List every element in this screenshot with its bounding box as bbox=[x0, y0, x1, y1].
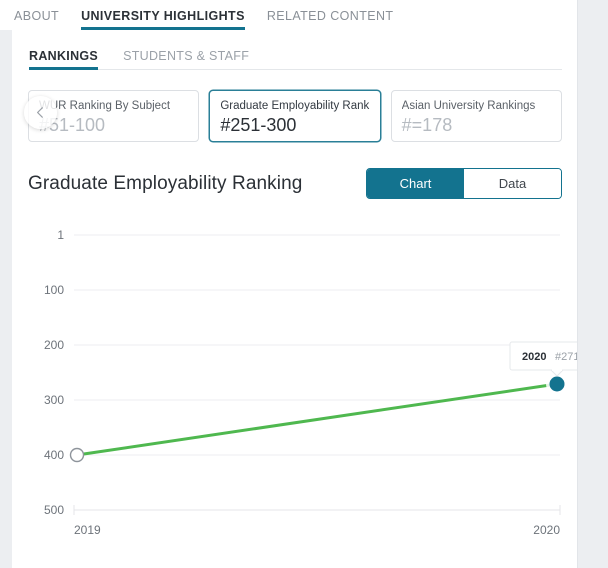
data-point-2020[interactable] bbox=[549, 376, 565, 392]
topnav-item-related-content[interactable]: RELATED CONTENT bbox=[267, 9, 394, 30]
topnav-item-university-highlights[interactable]: UNIVERSITY HIGHLIGHTS bbox=[81, 9, 245, 30]
ranking-cards-carousel: WUR Ranking By Subject #51-100 Graduate … bbox=[12, 90, 578, 142]
ranking-card-title: WUR Ranking By Subject bbox=[39, 100, 171, 112]
tooltip-value: #271 bbox=[555, 351, 578, 363]
content-panel: RANKINGS STUDENTS & STAFF WUR Ranking By… bbox=[12, 30, 578, 568]
chevron-left-icon bbox=[34, 106, 47, 119]
top-navigation: ABOUT UNIVERSITY HIGHLIGHTS RELATED CONT… bbox=[0, 0, 608, 30]
chart-series-line bbox=[75, 382, 559, 457]
x-tick-label: 2019 bbox=[74, 523, 101, 537]
topnav-item-about[interactable]: ABOUT bbox=[14, 9, 59, 30]
x-tick-label: 2020 bbox=[533, 523, 560, 537]
page-root: ABOUT UNIVERSITY HIGHLIGHTS RELATED CONT… bbox=[0, 0, 608, 568]
toggle-data-button[interactable]: Data bbox=[464, 169, 561, 198]
ranking-card-value: #251-300 bbox=[220, 115, 297, 135]
toggle-chart-button[interactable]: Chart bbox=[367, 169, 464, 198]
y-tick-label: 200 bbox=[44, 338, 64, 352]
chart-y-axis: 1 100 200 300 400 500 bbox=[44, 228, 64, 517]
chart-header: Graduate Employability Ranking Chart Dat… bbox=[28, 168, 562, 199]
ranking-card-value: #=178 bbox=[401, 115, 453, 135]
y-tick-label: 500 bbox=[44, 503, 64, 517]
chart-tooltip: 2020 #271 bbox=[509, 341, 578, 377]
ranking-card-graduate-employability-ranking[interactable]: Graduate Employability Ranking #251-300 bbox=[209, 90, 381, 142]
y-tick-label: 1 bbox=[57, 228, 64, 242]
carousel-prev-button[interactable] bbox=[24, 96, 57, 129]
chart-svg: 1 100 200 300 400 500 2020 #271 2019 202… bbox=[44, 228, 578, 537]
ranking-card-value: #51-100 bbox=[39, 115, 106, 135]
sub-navigation: RANKINGS STUDENTS & STAFF bbox=[12, 38, 578, 70]
subnav-item-students-staff[interactable]: STUDENTS & STAFF bbox=[123, 49, 249, 70]
chart-x-axis: 2019 2020 bbox=[74, 523, 560, 537]
ranking-trend-chart: 1 100 200 300 400 500 2020 #271 2019 202… bbox=[12, 217, 578, 547]
data-point-2019[interactable] bbox=[69, 447, 85, 463]
y-tick-label: 300 bbox=[44, 393, 64, 407]
ranking-card-title: Asian University Rankings bbox=[401, 100, 536, 112]
ranking-card-title: Graduate Employability Ranking bbox=[220, 100, 370, 112]
y-tick-label: 100 bbox=[44, 283, 64, 297]
right-gutter bbox=[577, 0, 608, 568]
left-gutter bbox=[0, 30, 12, 568]
subnav-item-rankings[interactable]: RANKINGS bbox=[29, 49, 99, 70]
y-tick-label: 400 bbox=[44, 448, 64, 462]
view-toggle: Chart Data bbox=[366, 168, 562, 199]
ranking-cards-row: WUR Ranking By Subject #51-100 Graduate … bbox=[28, 90, 562, 142]
chart-title: Graduate Employability Ranking bbox=[28, 172, 303, 194]
tooltip-year: 2020 bbox=[522, 351, 546, 363]
ranking-card-asian-university-rankings[interactable]: Asian University Rankings #=178 bbox=[390, 90, 562, 142]
chart-gridlines bbox=[73, 234, 561, 515]
